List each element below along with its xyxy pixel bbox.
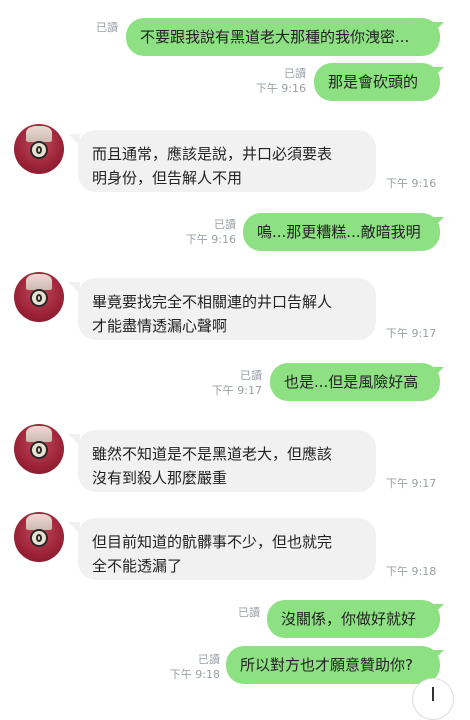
message-time: 下午 9:16 <box>185 233 236 246</box>
message-text: 不要跟我說有黑道老大那種的我你洩密... <box>140 28 410 46</box>
avatar-wings-icon <box>26 514 52 530</box>
contact-avatar[interactable] <box>14 124 64 174</box>
message-meta: 已讀 <box>60 20 118 35</box>
avatar-wings-icon <box>26 274 52 290</box>
message-meta: 已讀 下午 9:17 <box>186 368 262 398</box>
message-text: 全不能透漏了 <box>92 557 183 575</box>
message-time: 下午 9:17 <box>386 327 437 340</box>
message-text: 才能盡情透漏心聲啊 <box>92 317 228 335</box>
message-time: 下午 9:16 <box>386 177 437 190</box>
bubble-tail <box>432 217 444 229</box>
read-receipt: 已讀 <box>96 21 118 34</box>
message-bubble-incoming[interactable]: 但目前知道的骯髒事不少，但也就完 全不能透漏了 <box>78 518 376 580</box>
bubble-tail <box>432 67 444 79</box>
message-bubble-incoming[interactable]: 畢竟要找完全不相關連的井口告解人 才能盡情透漏心聲啊 <box>78 278 376 340</box>
message-meta: 已讀 下午 9:16 <box>230 66 306 96</box>
avatar-emblem-icon <box>30 441 48 459</box>
read-receipt: 已讀 <box>284 67 306 80</box>
bubble-tail <box>432 367 444 379</box>
message-text: 也是...但是風險好高 <box>284 373 419 391</box>
message-time: 下午 9:18 <box>386 565 437 578</box>
avatar-emblem-icon <box>30 141 48 159</box>
message-bubble-outgoing[interactable]: 嗚...那更糟糕...敵暗我明 <box>243 213 440 251</box>
read-receipt: 已讀 <box>198 653 220 666</box>
message-time: 下午 9:18 <box>169 668 220 681</box>
message-time: 下午 9:17 <box>386 477 437 490</box>
contact-avatar[interactable] <box>14 424 64 474</box>
message-bubble-outgoing[interactable]: 沒關係，你做好就好 <box>267 600 440 638</box>
message-bubble-outgoing[interactable]: 不要跟我說有黑道老大那種的我你洩密... <box>126 18 440 56</box>
chat-window: 已讀 不要跟我說有黑道老大那種的我你洩密... 已讀 下午 9:16 那是會砍頭… <box>0 0 470 720</box>
avatar-wings-icon <box>26 126 52 142</box>
message-meta: 已讀 下午 9:18 <box>144 652 220 682</box>
message-text: 沒關係，你做好就好 <box>281 610 417 628</box>
message-bubble-incoming[interactable]: 而且通常，應該是說，井口必須要表 明身份，但告解人不用 <box>78 130 376 192</box>
message-text: 而且通常，應該是說，井口必須要表 <box>92 145 333 163</box>
message-bubble-outgoing[interactable]: 所以對方也才願意贊助你? <box>226 646 440 684</box>
message-text: 畢竟要找完全不相關連的井口告解人 <box>92 293 333 311</box>
read-receipt: 已讀 <box>240 369 262 382</box>
arrow-down-icon <box>432 687 434 701</box>
message-bubble-outgoing[interactable]: 也是...但是風險好高 <box>270 363 440 401</box>
message-text: 沒有到殺人那麼嚴重 <box>92 469 228 487</box>
avatar-wings-icon <box>26 426 52 442</box>
contact-avatar[interactable] <box>14 512 64 562</box>
bubble-tail <box>432 22 444 34</box>
message-text: 但目前知道的骯髒事不少，但也就完 <box>92 533 333 551</box>
message-meta: 已讀 <box>200 605 260 620</box>
message-bubble-outgoing[interactable]: 那是會砍頭的 <box>314 63 440 101</box>
message-time: 下午 9:17 <box>211 384 262 397</box>
message-text: 那是會砍頭的 <box>328 73 419 91</box>
contact-avatar[interactable] <box>14 272 64 322</box>
message-text: 所以對方也才願意贊助你? <box>240 656 413 674</box>
bubble-tail <box>432 650 444 662</box>
bubble-tail <box>432 604 444 616</box>
message-text: 雖然不知道是不是黑道老大，但應該 <box>92 445 333 463</box>
scroll-to-bottom-button[interactable] <box>412 678 454 720</box>
message-text: 嗚...那更糟糕...敵暗我明 <box>257 223 421 241</box>
message-meta: 已讀 下午 9:16 <box>160 217 236 247</box>
message-bubble-incoming[interactable]: 雖然不知道是不是黑道老大，但應該 沒有到殺人那麼嚴重 <box>78 430 376 492</box>
read-receipt: 已讀 <box>214 218 236 231</box>
message-time: 下午 9:16 <box>255 82 306 95</box>
avatar-emblem-icon <box>30 529 48 547</box>
avatar-emblem-icon <box>30 289 48 307</box>
message-text: 明身份，但告解人不用 <box>92 169 243 187</box>
read-receipt: 已讀 <box>238 606 260 619</box>
